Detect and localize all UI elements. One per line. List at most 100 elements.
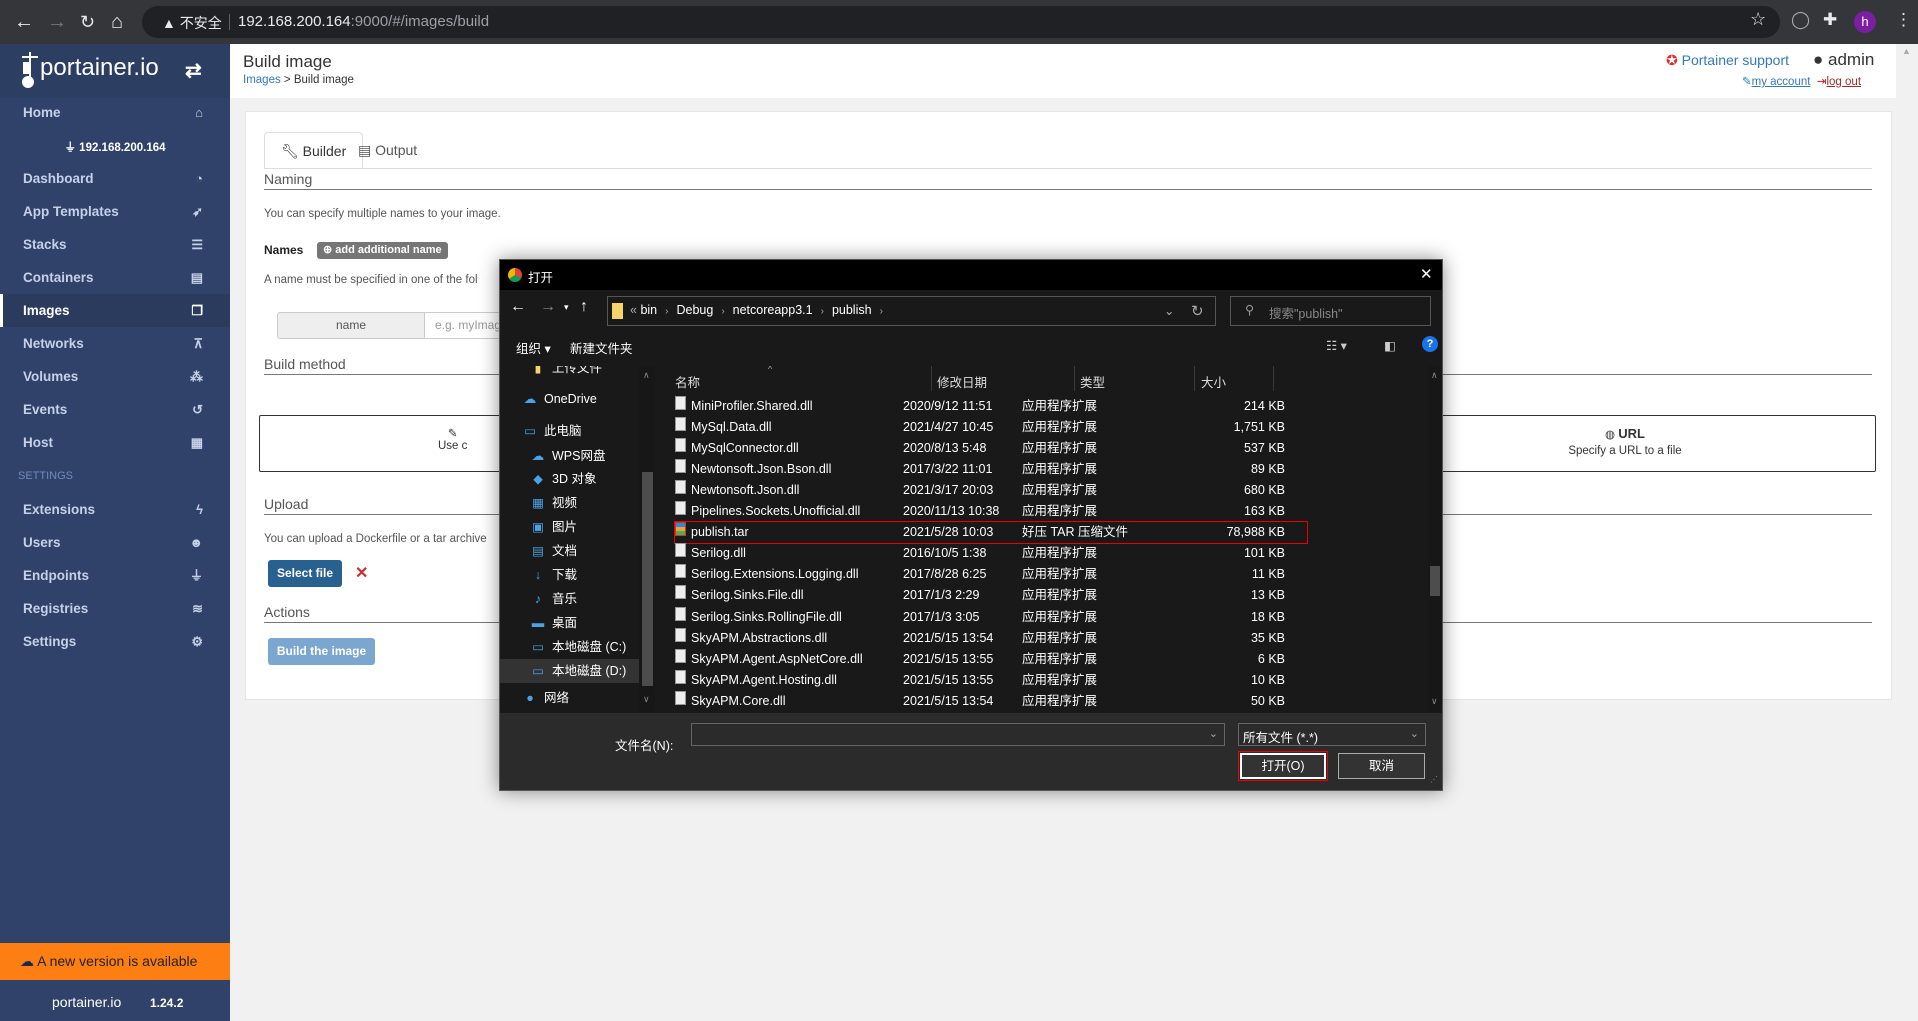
path-bin[interactable]: bin bbox=[640, 303, 657, 317]
chevron-down-icon[interactable]: ⌄ bbox=[1410, 727, 1419, 740]
file-row[interactable]: SkyAPM.Agent.AspNetCore.dll 2021/5/15 13:… bbox=[675, 648, 1430, 670]
nav-scroll-thumb[interactable] bbox=[642, 472, 653, 686]
refresh-icon[interactable]: ↻ bbox=[1191, 302, 1204, 320]
chevron-down-icon[interactable]: ⌄ bbox=[1164, 303, 1174, 318]
address-bar[interactable]: ▲ 不安全 192.168.200.164:9000/#/images/buil… bbox=[142, 6, 1780, 38]
path-debug[interactable]: Debug bbox=[676, 303, 713, 317]
nav-item[interactable]: ♪ 音乐 bbox=[500, 587, 640, 611]
nav-item[interactable]: ▭ 此电脑 bbox=[500, 419, 640, 443]
chevron-down-icon[interactable]: ⌄ bbox=[1209, 727, 1218, 740]
back-icon[interactable]: ← bbox=[510, 298, 526, 316]
column-date[interactable]: 修改日期 bbox=[937, 372, 987, 394]
help-icon[interactable]: ? bbox=[1422, 336, 1438, 352]
not-secure-label[interactable]: ▲ 不安全 bbox=[162, 13, 222, 33]
forward-icon[interactable]: → bbox=[540, 298, 556, 316]
file-row[interactable]: MySql.Data.dll 2021/4/27 10:45 应用程序扩展 1,751… bbox=[675, 417, 1430, 438]
file-row[interactable]: Serilog.dll 2016/10/5 1:38 应用程序扩展 101 KB bbox=[675, 543, 1430, 564]
file-type-select[interactable]: 所有文件 (*.*) ⌄ bbox=[1238, 723, 1426, 746]
file-row[interactable]: SkyAPM.Core.dll 2021/5/15 13:54 应用程序扩展 50 K… bbox=[675, 690, 1430, 712]
path-netcoreapp[interactable]: netcoreapp3.1 bbox=[733, 303, 813, 317]
bookmark-star-icon[interactable]: ☆ bbox=[1750, 9, 1766, 30]
list-scrollbar[interactable]: ∧ ∨ bbox=[1428, 366, 1442, 712]
log-out-link[interactable]: log out bbox=[1826, 76, 1861, 88]
column-size[interactable]: 大小 bbox=[1201, 372, 1226, 394]
close-icon[interactable]: ✕ bbox=[1420, 265, 1433, 283]
view-options-icon[interactable]: ☷ ▾ bbox=[1326, 338, 1347, 353]
preview-pane-icon[interactable]: ◧ bbox=[1384, 338, 1396, 353]
file-row[interactable]: SkyAPM.Agent.Hosting.dll 2021/5/15 13:55 应… bbox=[675, 669, 1430, 691]
open-button[interactable]: 打开(O) bbox=[1238, 751, 1328, 781]
new-folder-button[interactable]: 新建文件夹 bbox=[570, 338, 633, 357]
my-account-link[interactable]: my account bbox=[1752, 76, 1811, 88]
reload-icon[interactable]: ↻ bbox=[80, 10, 95, 34]
profile-avatar[interactable]: h bbox=[1854, 11, 1876, 33]
method-web-editor[interactable]: ✎ Use c bbox=[438, 426, 467, 452]
select-file-button[interactable]: Select file bbox=[268, 560, 342, 587]
list-scroll-thumb[interactable] bbox=[1430, 566, 1440, 596]
back-icon[interactable]: ← bbox=[14, 10, 34, 34]
home-icon[interactable]: ⌂ bbox=[111, 10, 123, 34]
file-row[interactable]: Serilog.Sinks.RollingFile.dll 2017/1/3 3:… bbox=[675, 606, 1430, 628]
file-row[interactable]: MySqlConnector.dll 2020/8/13 5:48 应用程序扩展 53… bbox=[675, 438, 1430, 459]
file-row[interactable]: Newtonsoft.Json.dll 2021/3/17 20:03 应用程序扩展… bbox=[675, 480, 1430, 501]
tab-output[interactable]: ▤ Output bbox=[342, 132, 433, 169]
column-name[interactable]: 名称 bbox=[675, 372, 700, 394]
add-additional-name-button[interactable]: ⊕ add additional name bbox=[317, 242, 448, 259]
file-row[interactable]: publish.tar 2021/5/28 10:03 好压 TAR 压缩文件 78,… bbox=[674, 521, 1308, 545]
nav-item[interactable]: ▭ 本地磁盘 (D:) bbox=[500, 659, 640, 683]
sidebar-item-settings[interactable]: Settings ⚙ bbox=[0, 625, 230, 658]
file-row[interactable]: Pipelines.Sockets.Unofficial.dll 2020/11/… bbox=[675, 501, 1430, 522]
sidebar-item-images[interactable]: Images ❐ bbox=[0, 294, 230, 327]
nav-item[interactable]: ☁ WPS网盘 bbox=[500, 444, 640, 468]
forward-icon[interactable]: → bbox=[47, 10, 67, 34]
nav-item[interactable]: ◆ 3D 对象 bbox=[500, 467, 640, 491]
sidebar-item-host[interactable]: Host ▦ bbox=[0, 426, 230, 459]
sidebar-item-extensions[interactable]: Extensions ϟ bbox=[0, 493, 230, 526]
sidebar-item-containers[interactable]: Containers ▤ bbox=[0, 261, 230, 294]
nav-item[interactable]: ▤ 文档 bbox=[500, 539, 640, 563]
file-row[interactable]: Newtonsoft.Json.Bson.dll 2017/3/22 11:01 应… bbox=[675, 459, 1430, 480]
nav-item[interactable]: ▭ 本地磁盘 (C:) bbox=[500, 635, 640, 659]
sidebar-item-endpoints[interactable]: Endpoints ⏚ bbox=[0, 559, 230, 592]
sidebar-item-stacks[interactable]: Stacks ☰ bbox=[0, 228, 230, 261]
logo-text[interactable]: portainer.io bbox=[40, 54, 159, 82]
file-row[interactable]: MiniProfiler.Shared.dll 2020/9/12 11:51 应用… bbox=[675, 396, 1430, 417]
menu-kebab-icon[interactable]: ⋮ bbox=[1895, 10, 1912, 30]
file-row[interactable]: Serilog.Extensions.Logging.dll 2017/8/28 … bbox=[675, 564, 1430, 585]
method-url[interactable]: ◍ URL Specify a URL to a file bbox=[1550, 426, 1700, 457]
toggle-sidebar-icon[interactable]: ⇄ bbox=[185, 58, 202, 83]
path-bar[interactable]: « bin › Debug › netcoreapp3.1 › publish › ⌄ ↻ bbox=[607, 296, 1216, 326]
nav-item[interactable]: ● 网络 bbox=[500, 686, 640, 710]
organize-menu[interactable]: 组织 ▾ bbox=[516, 338, 551, 357]
nav-item[interactable]: ↓ 下载 bbox=[500, 563, 640, 587]
sidebar-item-volumes[interactable]: Volumes ⁂ bbox=[0, 360, 230, 393]
nav-item[interactable]: ▦ 视频 bbox=[500, 491, 640, 515]
breadcrumb-images-link[interactable]: Images bbox=[243, 74, 281, 86]
file-row[interactable]: SkyAPM.Abstractions.dll 2021/5/15 13:54 应用… bbox=[675, 627, 1430, 649]
build-image-button[interactable]: Build the image bbox=[268, 638, 375, 665]
nav-item[interactable]: ▣ 图片 bbox=[500, 515, 640, 539]
nav-item[interactable]: ▬ 桌面 bbox=[500, 611, 640, 635]
clear-file-icon[interactable]: ✕ bbox=[355, 563, 368, 583]
filename-input[interactable]: ⌄ bbox=[691, 723, 1225, 746]
column-type[interactable]: 类型 bbox=[1080, 372, 1105, 394]
extension-circle-icon[interactable]: ◯ bbox=[1791, 10, 1810, 30]
cancel-button[interactable]: 取消 bbox=[1338, 753, 1425, 779]
sidebar-item-home[interactable]: Home ⌂ bbox=[0, 96, 230, 129]
resize-grip-icon[interactable]: ⋰ bbox=[1430, 775, 1438, 784]
sidebar-item-registries[interactable]: Registries ≋ bbox=[0, 592, 230, 625]
page-scrollbar[interactable]: ▲ bbox=[1896, 44, 1918, 1021]
path-publish[interactable]: publish bbox=[832, 303, 872, 317]
nav-item[interactable]: ▮ 上传文件 bbox=[500, 366, 640, 380]
sidebar-item-events[interactable]: Events ↺ bbox=[0, 393, 230, 426]
up-icon[interactable]: ↑ bbox=[580, 298, 588, 316]
sidebar-item-dashboard[interactable]: Dashboard ◔ bbox=[0, 162, 230, 195]
url-text[interactable]: 192.168.200.164:9000/#/images/build bbox=[238, 13, 489, 30]
portainer-support-link[interactable]: ✪ Portainer support bbox=[1666, 52, 1789, 69]
nav-item[interactable]: ☁ OneDrive bbox=[500, 387, 640, 411]
recent-dropdown-icon[interactable]: ▾ bbox=[564, 302, 569, 313]
sidebar-item-app-templates[interactable]: App Templates ➶ bbox=[0, 195, 230, 228]
file-row[interactable]: Serilog.Sinks.File.dll 2017/1/3 2:29 应用程序扩… bbox=[675, 585, 1430, 606]
sidebar-item-networks[interactable]: Networks ⊼ bbox=[0, 327, 230, 360]
update-banner[interactable]: ☁ A new version is available bbox=[0, 943, 230, 980]
